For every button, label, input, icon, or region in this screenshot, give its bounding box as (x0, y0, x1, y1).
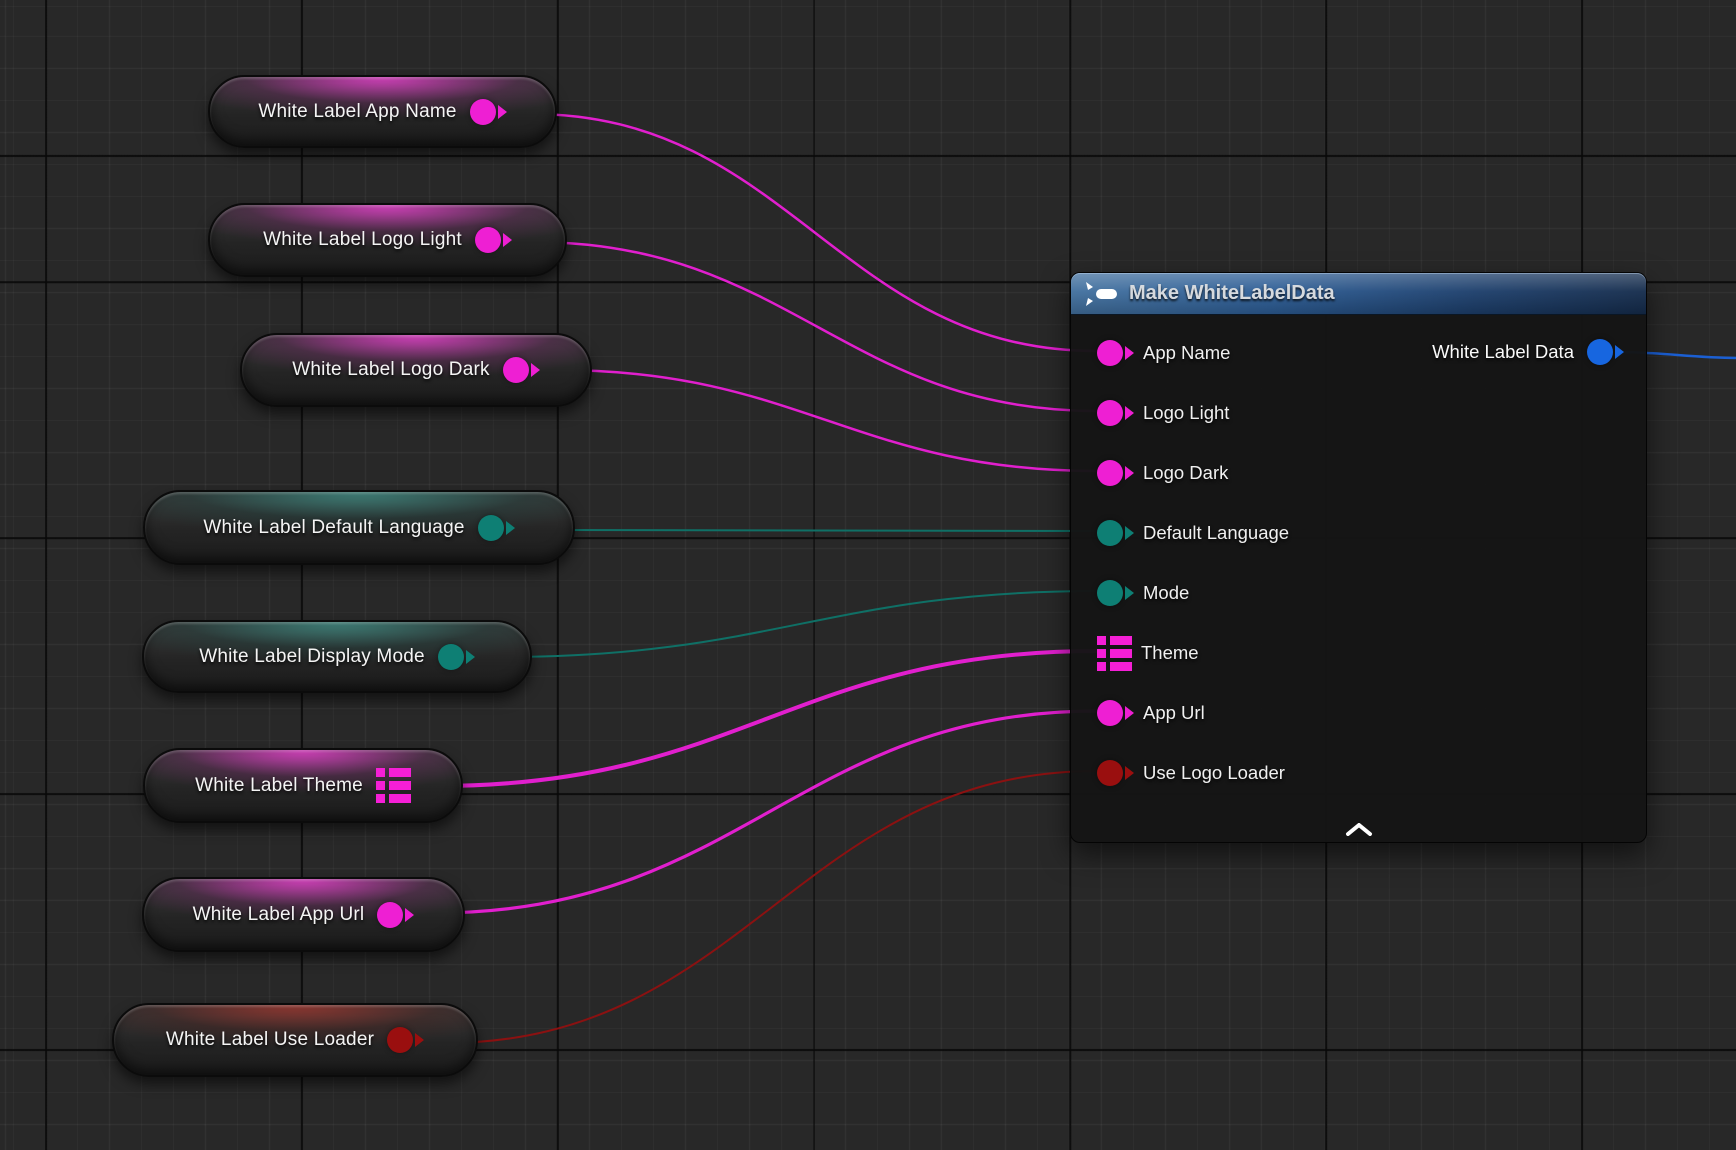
enum-output-pin[interactable] (438, 644, 475, 670)
getter-label: White Label App Url (193, 904, 365, 926)
getter-label: White Label Logo Dark (292, 359, 489, 381)
string-input-pin[interactable] (1097, 340, 1134, 366)
getter-node-white-label-app-name[interactable]: White Label App Name (208, 75, 557, 148)
string-output-pin[interactable] (503, 357, 540, 383)
collapse-chevron-icon[interactable] (1345, 823, 1373, 836)
wire-default-language[interactable] (545, 530, 1097, 531)
getter-label: White Label Default Language (203, 517, 464, 539)
getter-node-white-label-logo-dark[interactable]: White Label Logo Dark (240, 333, 592, 407)
pin-row-white-label-data: White Label Data (1432, 322, 1624, 382)
getter-label: White Label App Name (258, 101, 456, 123)
string-input-pin[interactable] (1097, 700, 1134, 726)
pin-row-app-url: App Url (1071, 683, 1646, 743)
make-struct-icon (1085, 281, 1119, 307)
wire-logo-light[interactable] (533, 242, 1097, 411)
string-output-pin[interactable] (470, 99, 507, 125)
getter-label: White Label Theme (195, 775, 363, 797)
enum-output-pin[interactable] (478, 515, 515, 541)
node-title: Make WhiteLabelData (1129, 282, 1335, 305)
string-output-pin[interactable] (377, 902, 414, 928)
pin-label: Default Language (1143, 522, 1289, 544)
enum-input-pin[interactable] (1097, 580, 1134, 606)
getter-node-white-label-default-language[interactable]: White Label Default Language (143, 490, 575, 565)
wire-display-mode[interactable] (502, 591, 1097, 657)
getter-label: White Label Logo Light (263, 229, 462, 251)
pin-label: App Url (1143, 702, 1205, 724)
bool-input-pin[interactable] (1097, 760, 1134, 786)
pin-row-theme: Theme (1071, 623, 1646, 683)
output-pin-label: White Label Data (1432, 341, 1574, 363)
wire-logo-dark[interactable] (557, 370, 1097, 471)
make-whitelabeldata-node[interactable]: Make WhiteLabelData App Name Logo Light … (1070, 272, 1647, 843)
pin-row-default-language: Default Language (1071, 503, 1646, 563)
getter-node-white-label-app-url[interactable]: White Label App Url (142, 877, 465, 952)
pin-label: App Name (1143, 342, 1230, 364)
pin-label: Theme (1141, 642, 1199, 664)
getter-label: White Label Display Mode (199, 646, 425, 668)
pin-label: Mode (1143, 582, 1189, 604)
string-output-pin[interactable] (475, 227, 512, 253)
bool-output-pin[interactable] (387, 1027, 424, 1053)
pin-row-use-logo-loader: Use Logo Loader (1071, 743, 1646, 803)
pin-row-mode: Mode (1071, 563, 1646, 623)
pin-label: Logo Light (1143, 402, 1229, 424)
struct-pin-icon[interactable] (376, 768, 411, 803)
getter-node-white-label-display-mode[interactable]: White Label Display Mode (142, 620, 532, 693)
wire-app-url[interactable] (434, 711, 1097, 913)
pin-label: Logo Dark (1143, 462, 1228, 484)
string-input-pin[interactable] (1097, 460, 1134, 486)
node-pin-rows: App Name Logo Light Logo Dark Default La… (1071, 315, 1646, 803)
string-input-pin[interactable] (1097, 400, 1134, 426)
struct-input-pin-icon[interactable] (1097, 636, 1132, 671)
getter-node-white-label-theme[interactable]: White Label Theme (143, 748, 463, 823)
node-header[interactable]: Make WhiteLabelData (1071, 273, 1646, 315)
getter-node-white-label-logo-light[interactable]: White Label Logo Light (208, 203, 567, 277)
node-footer (1071, 823, 1646, 836)
blueprint-graph-canvas[interactable]: White Label App Name White Label Logo Li… (0, 0, 1736, 1150)
wire-app-name[interactable] (531, 114, 1097, 351)
enum-input-pin[interactable] (1097, 520, 1134, 546)
pin-row-logo-dark: Logo Dark (1071, 443, 1646, 503)
struct-output-pin[interactable] (1587, 339, 1624, 365)
getter-label: White Label Use Loader (166, 1029, 374, 1051)
pin-row-logo-light: Logo Light (1071, 383, 1646, 443)
pin-label: Use Logo Loader (1143, 762, 1285, 784)
getter-node-white-label-use-loader[interactable]: White Label Use Loader (112, 1003, 478, 1077)
